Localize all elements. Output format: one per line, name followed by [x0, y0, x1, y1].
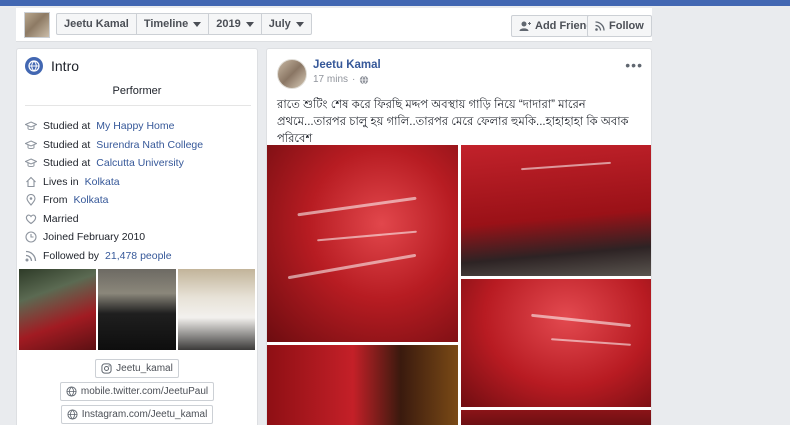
more-options-icon[interactable]: •••	[625, 57, 643, 73]
heart-icon	[25, 214, 37, 224]
scratch-mark	[521, 161, 611, 171]
detail-education: Studied at Calcutta University	[25, 154, 253, 173]
crumb-year[interactable]: 2019	[209, 14, 262, 34]
detail-from: From Kolkata	[25, 191, 253, 210]
post-meta: 17 mins ·	[313, 74, 369, 85]
chevron-down-icon	[245, 21, 254, 27]
post-card: Jeetu Kamal 17 mins · ••• রাতে শুটিং শেষ…	[266, 48, 652, 425]
intro-heading: Intro	[25, 57, 79, 75]
hometown-link[interactable]: Kolkata	[74, 194, 109, 206]
featured-photo[interactable]	[19, 269, 97, 350]
intro-title: Intro	[51, 58, 80, 74]
scratch-mark	[297, 196, 417, 217]
social-links: Jeetu_kamal mobile.twitter.com/JeetuPaul…	[17, 359, 257, 425]
scratch-mark	[317, 230, 417, 242]
divider	[25, 105, 251, 106]
crumb-month[interactable]: July	[262, 14, 311, 34]
scratch-mark	[531, 313, 631, 328]
rss-icon	[595, 21, 605, 31]
clock-icon	[25, 231, 37, 243]
intro-card: Intro Performer Studied at My Happy Home…	[16, 48, 258, 425]
profile-header-strip: Jeetu Kamal Timeline 2019 July Add Frien…	[16, 8, 652, 42]
detail-education: Studied at Surendra Nath College	[25, 136, 253, 155]
post-timestamp[interactable]: 17 mins	[313, 74, 348, 85]
twitter-link[interactable]: mobile.twitter.com/JeetuPaul	[59, 382, 215, 401]
post-photo[interactable]	[461, 410, 651, 425]
post-photo[interactable]	[461, 279, 651, 407]
breadcrumb: Jeetu Kamal Timeline 2019 July	[56, 13, 312, 35]
globe-icon	[360, 75, 369, 85]
location-pin-icon	[26, 194, 36, 207]
globe-icon	[25, 57, 43, 75]
graduation-cap-icon	[25, 140, 37, 149]
instagram-icon	[101, 363, 112, 374]
intro-bio: Performer	[112, 85, 162, 97]
post-text: রাতে শুটিং শেষ করে ফিরছি মদ্দপ অবস্থায় …	[277, 99, 629, 145]
featured-photos	[19, 269, 255, 350]
add-friend-icon	[519, 21, 531, 31]
home-icon	[26, 176, 36, 187]
post-photo[interactable]	[461, 145, 651, 276]
detail-relationship: Married	[25, 210, 253, 229]
detail-lives-in: Lives in Kolkata	[25, 173, 253, 192]
top-navigation-bar	[0, 0, 790, 6]
avatar[interactable]	[277, 59, 307, 89]
instagram-link[interactable]: Jeetu_kamal	[95, 359, 179, 378]
crumb-timeline[interactable]: Timeline	[137, 14, 210, 34]
chevron-down-icon	[295, 21, 304, 27]
scratch-mark	[551, 338, 631, 346]
post-photo[interactable]	[267, 345, 458, 425]
city-link[interactable]: Kolkata	[85, 176, 120, 188]
school-link[interactable]: My Happy Home	[96, 120, 174, 132]
post-author[interactable]: Jeetu Kamal	[313, 59, 381, 71]
chevron-down-icon	[193, 21, 202, 27]
globe-icon	[66, 386, 77, 397]
profile-thumbnail[interactable]	[24, 12, 50, 38]
university-link[interactable]: Calcutta University	[96, 157, 184, 169]
post-photo[interactable]	[267, 145, 458, 342]
graduation-cap-icon	[25, 158, 37, 168]
website-link[interactable]: Instagram.com/Jeetu_kamal	[60, 405, 214, 424]
detail-education: Studied at My Happy Home	[25, 117, 253, 136]
crumb-profile-name[interactable]: Jeetu Kamal	[57, 14, 137, 34]
rss-icon	[25, 250, 37, 262]
featured-photo[interactable]	[177, 269, 255, 350]
scratch-mark	[287, 253, 417, 280]
post-photo-gallery	[267, 145, 651, 425]
globe-icon	[67, 409, 78, 420]
intro-details-list: Studied at My Happy Home Studied at Sure…	[25, 117, 253, 265]
college-link[interactable]: Surendra Nath College	[96, 139, 203, 151]
graduation-cap-icon	[25, 121, 37, 131]
detail-followers: Followed by 21,478 people	[25, 247, 253, 266]
followers-link[interactable]: 21,478 people	[105, 250, 172, 262]
follow-button[interactable]: Follow	[587, 15, 652, 37]
detail-joined: Joined February 2010	[25, 228, 253, 247]
featured-photo[interactable]	[98, 269, 176, 350]
